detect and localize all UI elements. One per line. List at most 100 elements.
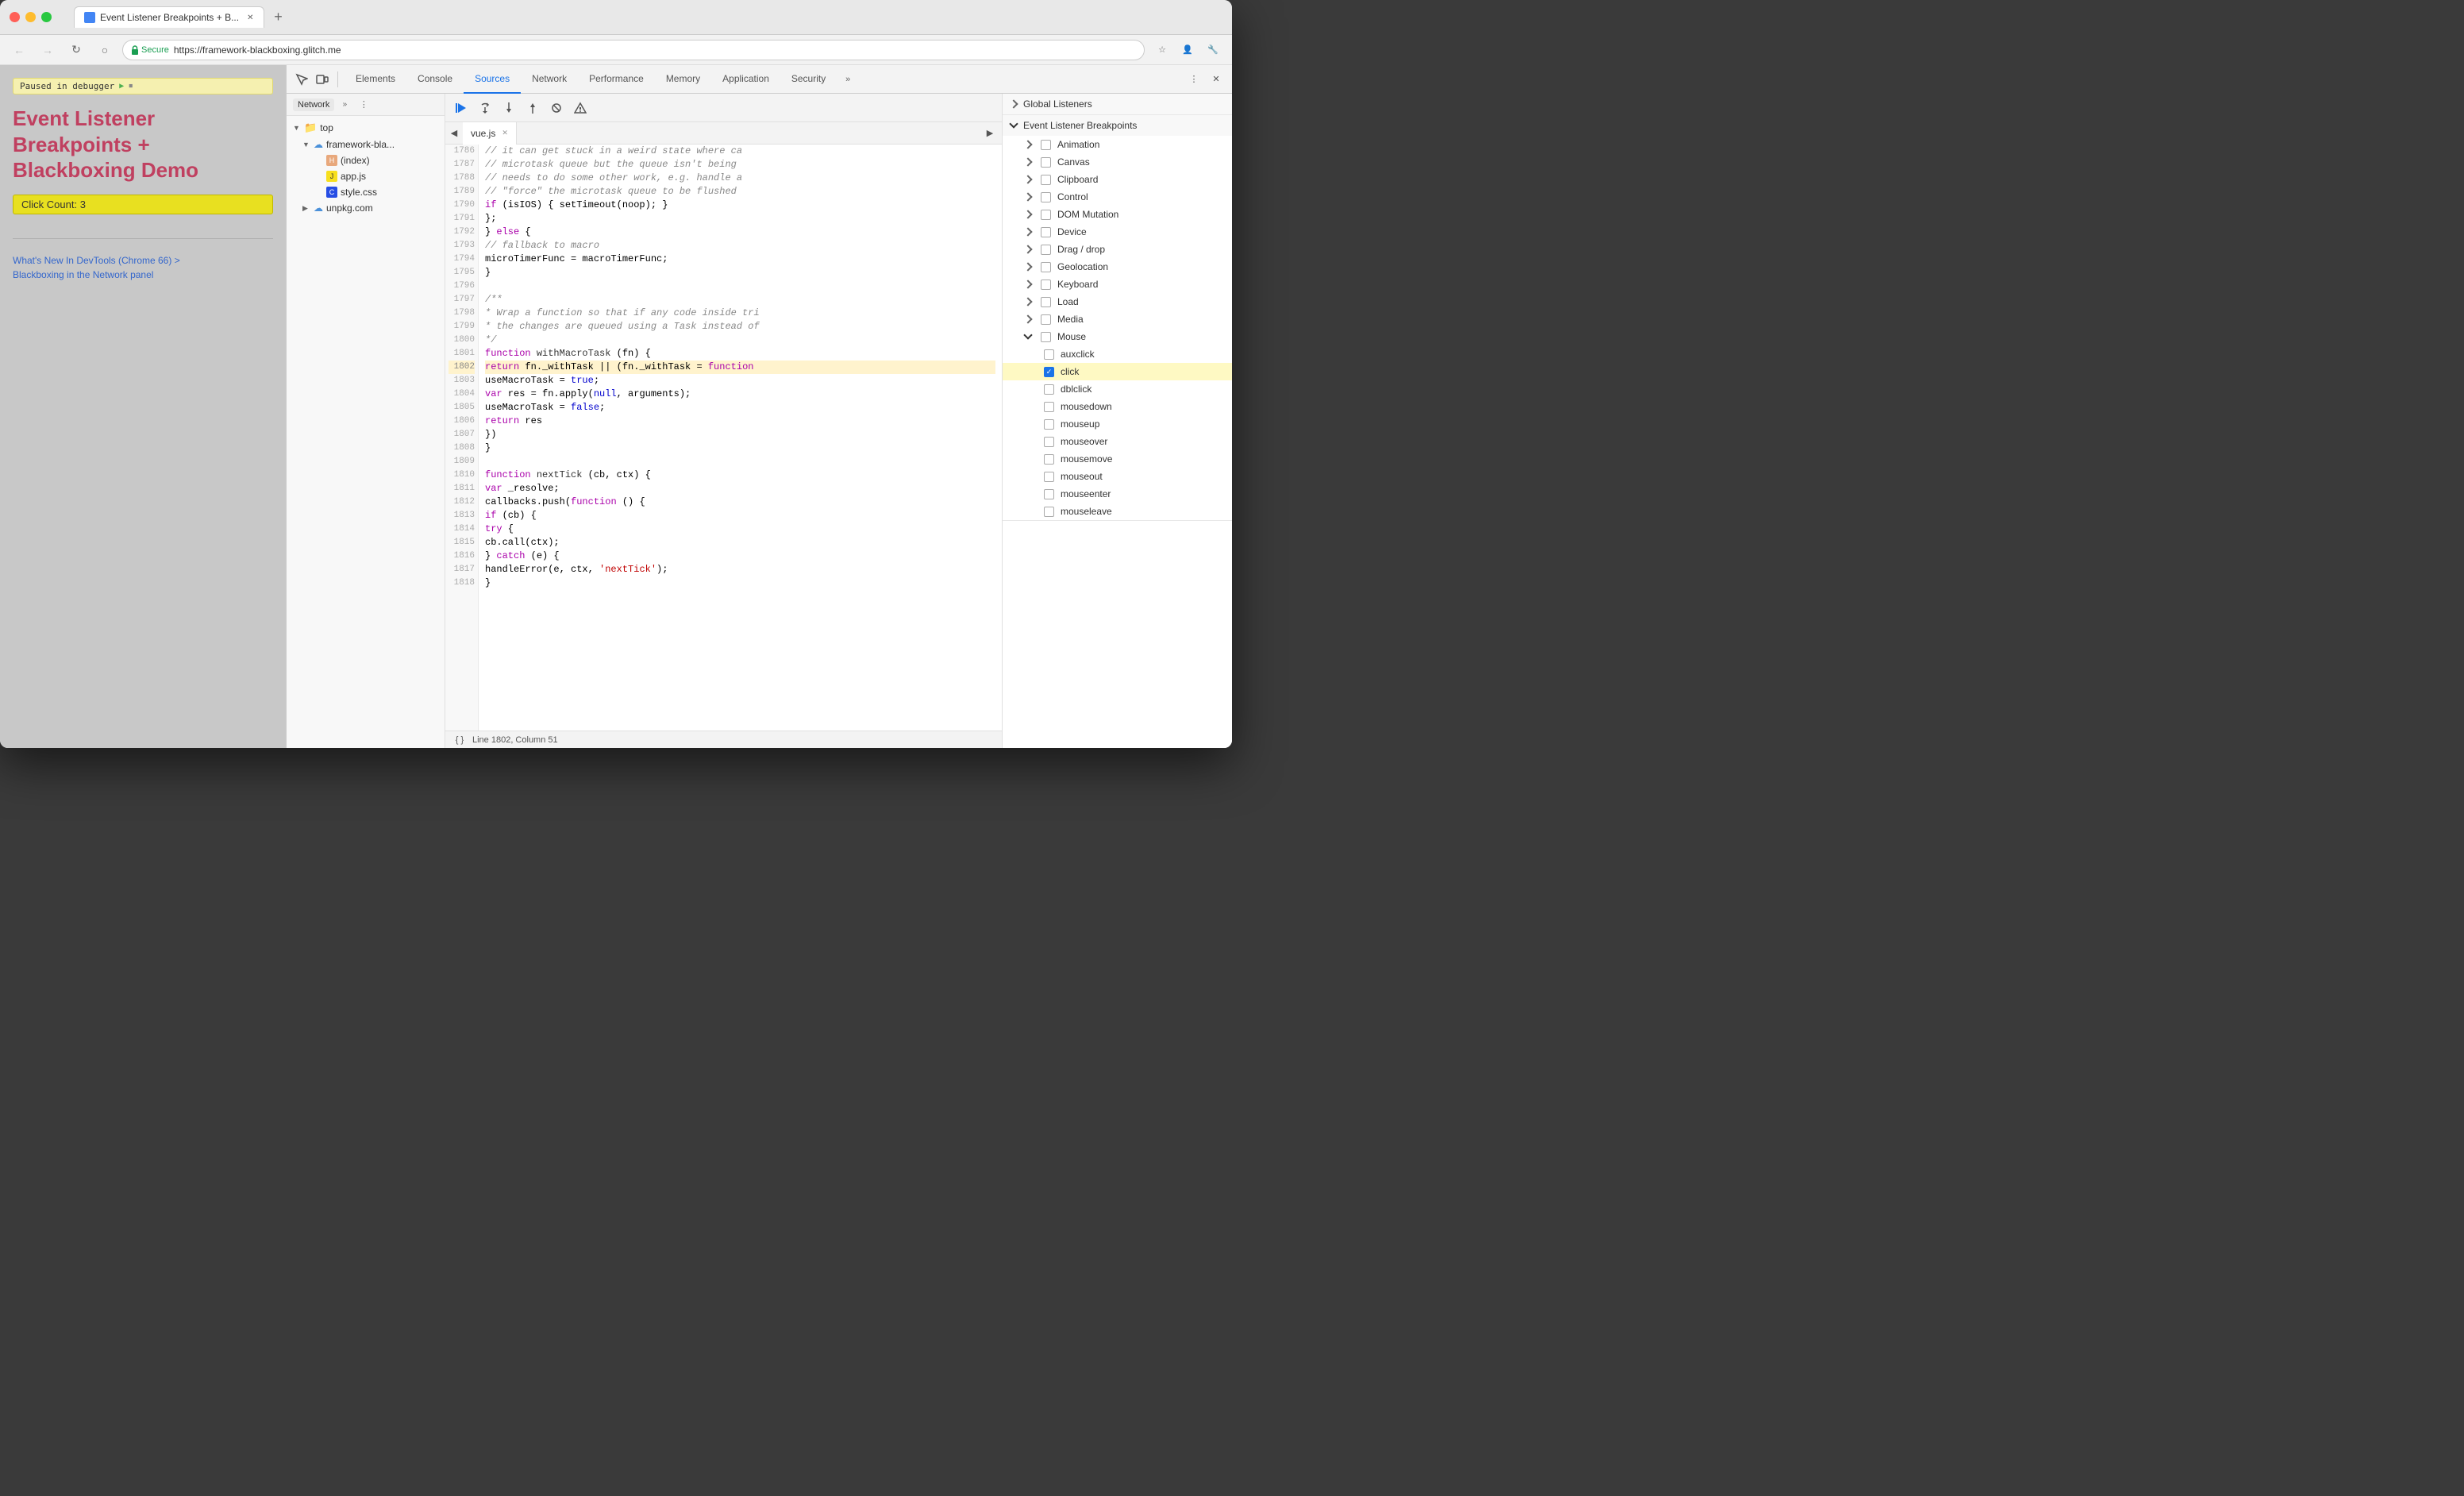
mousemove-event[interactable]: mousemove (1003, 450, 1232, 468)
control-checkbox[interactable] (1041, 192, 1051, 202)
file-tree-item[interactable]: ▶ ☁ unpkg.com (287, 200, 445, 216)
mouseenter-checkbox[interactable] (1044, 489, 1054, 499)
tab-sources[interactable]: Sources (464, 65, 521, 94)
folder-icon: 📁 (304, 121, 317, 134)
step-over-button[interactable] (475, 98, 495, 118)
auxclick-event[interactable]: auxclick (1003, 345, 1232, 363)
mouse-checkbox[interactable] (1041, 332, 1051, 342)
dom-mutation-category[interactable]: DOM Mutation (1003, 206, 1232, 223)
pause-on-exception-button[interactable] (571, 98, 590, 118)
tab-security[interactable]: Security (780, 65, 837, 94)
navigate-history-icon[interactable]: ▶ (981, 125, 999, 142)
auxclick-checkbox[interactable] (1044, 349, 1054, 360)
home-button[interactable]: ○ (94, 39, 116, 61)
minimize-button[interactable] (25, 12, 36, 22)
control-category[interactable]: Control (1003, 188, 1232, 206)
devtools-link[interactable]: What's New In DevTools (Chrome 66) > (13, 255, 273, 266)
code-area[interactable]: 1786 1787 1788 1789 1790 1791 1792 1793 … (445, 145, 1002, 731)
mousedown-checkbox[interactable] (1044, 402, 1054, 412)
tab-network[interactable]: Network (521, 65, 578, 94)
settings-icon[interactable]: ⋮ (1184, 70, 1203, 89)
clipboard-checkbox[interactable] (1041, 175, 1051, 185)
close-button[interactable] (10, 12, 20, 22)
reload-button[interactable]: ↻ (65, 39, 87, 61)
mouseover-event[interactable]: mouseover (1003, 433, 1232, 450)
sources-tab-more[interactable]: » (336, 96, 353, 114)
animation-category[interactable]: Animation (1003, 136, 1232, 153)
media-category[interactable]: Media (1003, 310, 1232, 328)
mousedown-event[interactable]: mousedown (1003, 398, 1232, 415)
device-category[interactable]: Device (1003, 223, 1232, 241)
keyboard-category[interactable]: Keyboard (1003, 276, 1232, 293)
back-button[interactable]: ← (8, 39, 30, 61)
mouseout-event[interactable]: mouseout (1003, 468, 1232, 485)
vue-js-tab[interactable]: vue.js ✕ (463, 122, 517, 145)
mouseleave-event[interactable]: mouseleave (1003, 503, 1232, 520)
blackboxing-link[interactable]: Blackboxing in the Network panel (13, 269, 273, 280)
tab-close-icon[interactable]: ✕ (247, 13, 253, 22)
click-event[interactable]: click (1003, 363, 1232, 380)
forward-button[interactable]: → (37, 39, 59, 61)
mouseup-checkbox[interactable] (1044, 419, 1054, 430)
step-out-button[interactable] (523, 98, 542, 118)
file-tree-item[interactable]: J app.js (287, 168, 445, 184)
more-tabs-icon[interactable]: » (837, 68, 859, 91)
tab-application[interactable]: Application (711, 65, 780, 94)
sources-network-tab[interactable]: Network (293, 98, 334, 111)
resume-button[interactable] (452, 98, 471, 118)
file-tree-item[interactable]: C style.css (287, 184, 445, 200)
media-checkbox[interactable] (1041, 314, 1051, 325)
inspect-element-icon[interactable] (293, 71, 310, 88)
mouseout-checkbox[interactable] (1044, 472, 1054, 482)
profile-button[interactable]: 👤 (1176, 39, 1199, 61)
geolocation-category[interactable]: Geolocation (1003, 258, 1232, 276)
event-listener-header[interactable]: Event Listener Breakpoints (1003, 115, 1232, 136)
load-category[interactable]: Load (1003, 293, 1232, 310)
dblclick-event[interactable]: dblclick (1003, 380, 1232, 398)
mouseenter-event[interactable]: mouseenter (1003, 485, 1232, 503)
drag-drop-checkbox[interactable] (1041, 245, 1051, 255)
step-into-button[interactable] (499, 98, 518, 118)
deactivate-breakpoints-button[interactable] (547, 98, 566, 118)
extension-button[interactable]: 🔧 (1202, 39, 1224, 61)
tab-performance[interactable]: Performance (578, 65, 655, 94)
canvas-category[interactable]: Canvas (1003, 153, 1232, 171)
canvas-checkbox[interactable] (1041, 157, 1051, 168)
close-tab-icon[interactable]: ✕ (502, 129, 508, 137)
file-tree-item[interactable]: ▼ ☁ framework-bla... (287, 137, 445, 152)
close-devtools-icon[interactable]: ✕ (1207, 70, 1226, 89)
mouseup-event[interactable]: mouseup (1003, 415, 1232, 433)
event-listener-breakpoints-panel: Global Listeners Event Listener Breakpoi… (1002, 94, 1232, 748)
mouseleave-checkbox[interactable] (1044, 507, 1054, 517)
tab-memory[interactable]: Memory (655, 65, 711, 94)
url-bar[interactable]: Secure https://framework-blackboxing.gli… (122, 40, 1145, 60)
file-tree-item[interactable]: H (index) (287, 152, 445, 168)
drag-drop-category[interactable]: Drag / drop (1003, 241, 1232, 258)
mouseover-checkbox[interactable] (1044, 437, 1054, 447)
dblclick-checkbox[interactable] (1044, 384, 1054, 395)
device-checkbox[interactable] (1041, 227, 1051, 237)
click-checkbox[interactable] (1044, 367, 1054, 377)
pretty-print-icon[interactable]: { } (453, 734, 466, 746)
code-line: * Wrap a function so that if any code in… (485, 307, 995, 320)
mouse-category[interactable]: Mouse (1003, 328, 1232, 345)
browser-tab[interactable]: Event Listener Breakpoints + B... ✕ (74, 6, 264, 28)
clipboard-category[interactable]: Clipboard (1003, 171, 1232, 188)
load-checkbox[interactable] (1041, 297, 1051, 307)
maximize-button[interactable] (41, 12, 52, 22)
mousemove-checkbox[interactable] (1044, 454, 1054, 465)
global-listeners-header[interactable]: Global Listeners (1003, 94, 1232, 114)
traffic-lights[interactable] (10, 12, 52, 22)
geolocation-checkbox[interactable] (1041, 262, 1051, 272)
animation-checkbox[interactable] (1041, 140, 1051, 150)
prev-tab-icon[interactable]: ◀ (445, 125, 463, 142)
file-tree-item[interactable]: ▼ 📁 top (287, 119, 445, 137)
sources-tab-options[interactable]: ⋮ (355, 96, 372, 114)
dom-mutation-checkbox[interactable] (1041, 210, 1051, 220)
device-toolbar-icon[interactable] (314, 71, 331, 88)
tab-elements[interactable]: Elements (345, 65, 406, 94)
new-tab-button[interactable]: + (268, 6, 290, 29)
bookmark-button[interactable]: ☆ (1151, 39, 1173, 61)
keyboard-checkbox[interactable] (1041, 280, 1051, 290)
tab-console[interactable]: Console (406, 65, 464, 94)
